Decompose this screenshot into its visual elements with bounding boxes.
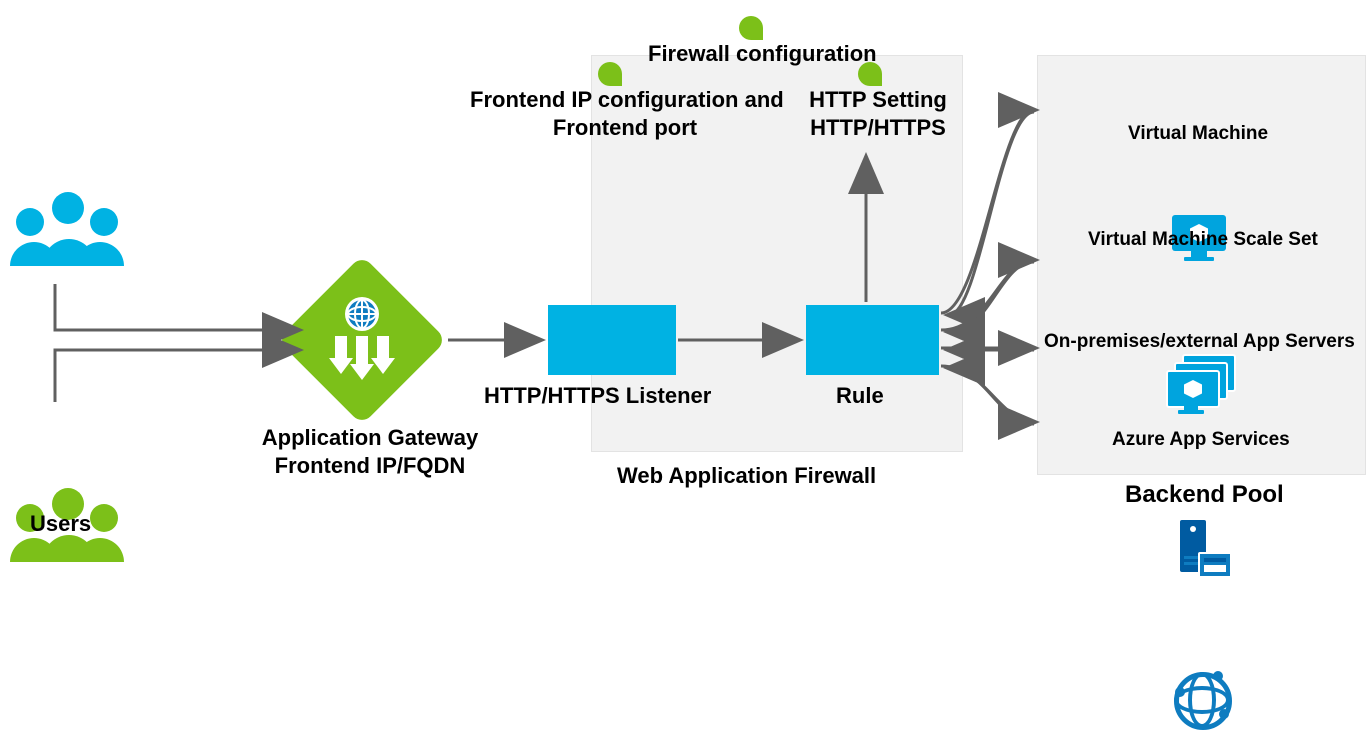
diagram-canvas: Users Application G xyxy=(0,0,1369,545)
appsvc-label: Azure App Services xyxy=(1112,428,1290,452)
backend-pool-label: Backend Pool xyxy=(1125,480,1284,510)
http-listener-box xyxy=(548,305,676,375)
application-gateway-icon xyxy=(302,280,422,400)
virtual-machine-label: Virtual Machine xyxy=(1128,122,1268,146)
app-services-icon xyxy=(1174,672,1232,730)
vmss-icon xyxy=(1166,354,1232,412)
vmss-label: Virtual Machine Scale Set xyxy=(1088,228,1318,252)
leaf-icon xyxy=(739,16,763,40)
frontend-config-label: Frontend IP configuration and Frontend p… xyxy=(470,86,780,141)
waf-label: Web Application Firewall xyxy=(617,462,876,490)
server-icon xyxy=(1172,520,1228,574)
http-listener-label: HTTP/HTTPS Listener xyxy=(484,382,711,410)
users-label: Users xyxy=(30,510,91,538)
http-setting-label: HTTP Setting HTTP/HTTPS xyxy=(793,86,963,141)
application-gateway-label: Application Gateway Frontend IP/FQDN xyxy=(255,424,485,479)
onprem-label: On-premises/external App Servers xyxy=(1044,330,1355,354)
rule-box xyxy=(806,305,939,375)
users-icon xyxy=(10,192,122,266)
leaf-icon xyxy=(598,62,622,86)
firewall-config-label: Firewall configuration xyxy=(648,40,877,68)
rule-label: Rule xyxy=(836,382,884,410)
